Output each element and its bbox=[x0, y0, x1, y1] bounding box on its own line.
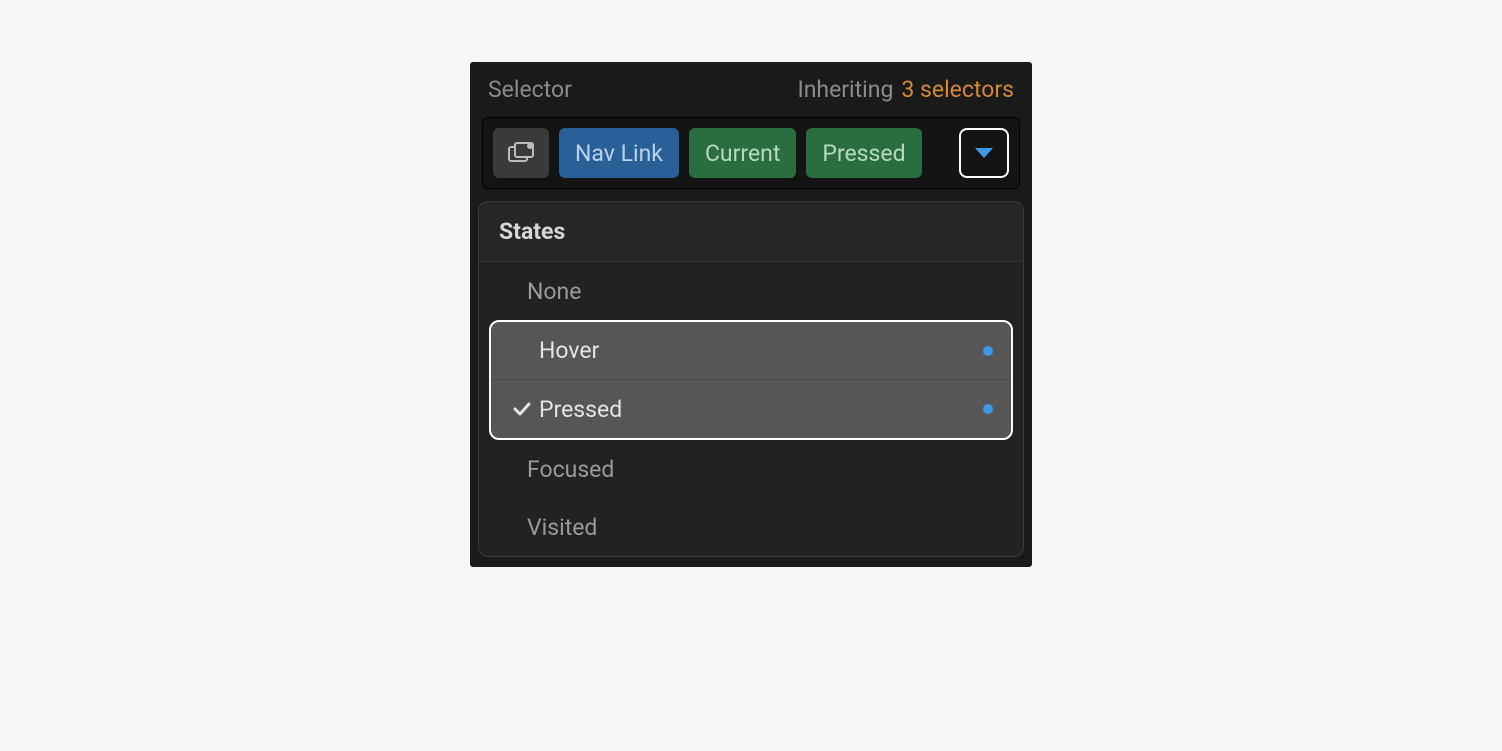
state-label: Pressed bbox=[539, 396, 983, 423]
selector-title: Selector bbox=[488, 76, 572, 103]
state-chip-pressed[interactable]: Pressed bbox=[806, 128, 921, 178]
state-option-none[interactable]: None bbox=[479, 262, 1023, 320]
check-icon bbox=[511, 398, 533, 420]
states-dropdown-button[interactable] bbox=[959, 128, 1009, 178]
styled-indicator-dot bbox=[983, 404, 993, 414]
inherited-selectors-link[interactable]: 3 selectors bbox=[901, 76, 1014, 103]
styled-indicator-dot bbox=[983, 346, 993, 356]
inheriting-group: Inheriting 3 selectors bbox=[797, 76, 1014, 103]
state-label: None bbox=[527, 278, 1005, 305]
style-selector-panel: Selector Inheriting 3 selectors Nav Link bbox=[470, 62, 1032, 567]
highlighted-state-group: Hover Pressed bbox=[489, 320, 1013, 440]
state-option-focused[interactable]: Focused bbox=[479, 440, 1023, 498]
selector-input-box[interactable]: Nav Link Current Pressed bbox=[482, 117, 1020, 189]
selector-chips: Nav Link Current Pressed bbox=[493, 128, 939, 178]
chip-label: Pressed bbox=[822, 140, 905, 167]
state-label: Hover bbox=[539, 337, 983, 364]
state-option-hover[interactable]: Hover bbox=[491, 322, 1011, 380]
chip-label: Nav Link bbox=[575, 140, 663, 167]
state-chip-current[interactable]: Current bbox=[689, 128, 796, 178]
check-slot bbox=[505, 398, 539, 420]
inheriting-label: Inheriting bbox=[797, 76, 893, 103]
state-option-visited[interactable]: Visited bbox=[479, 498, 1023, 556]
panel-header: Selector Inheriting 3 selectors bbox=[470, 62, 1032, 113]
element-type-chip[interactable] bbox=[493, 128, 549, 178]
states-dropdown-panel: States None Hover Pressed bbox=[478, 201, 1024, 557]
state-label: Focused bbox=[527, 456, 1005, 483]
caret-down-icon bbox=[975, 148, 993, 158]
class-chip-nav-link[interactable]: Nav Link bbox=[559, 128, 679, 178]
element-icon bbox=[508, 142, 534, 164]
states-heading: States bbox=[479, 202, 1023, 262]
state-label: Visited bbox=[527, 514, 1005, 541]
state-option-pressed[interactable]: Pressed bbox=[491, 380, 1011, 438]
chip-label: Current bbox=[705, 140, 780, 167]
